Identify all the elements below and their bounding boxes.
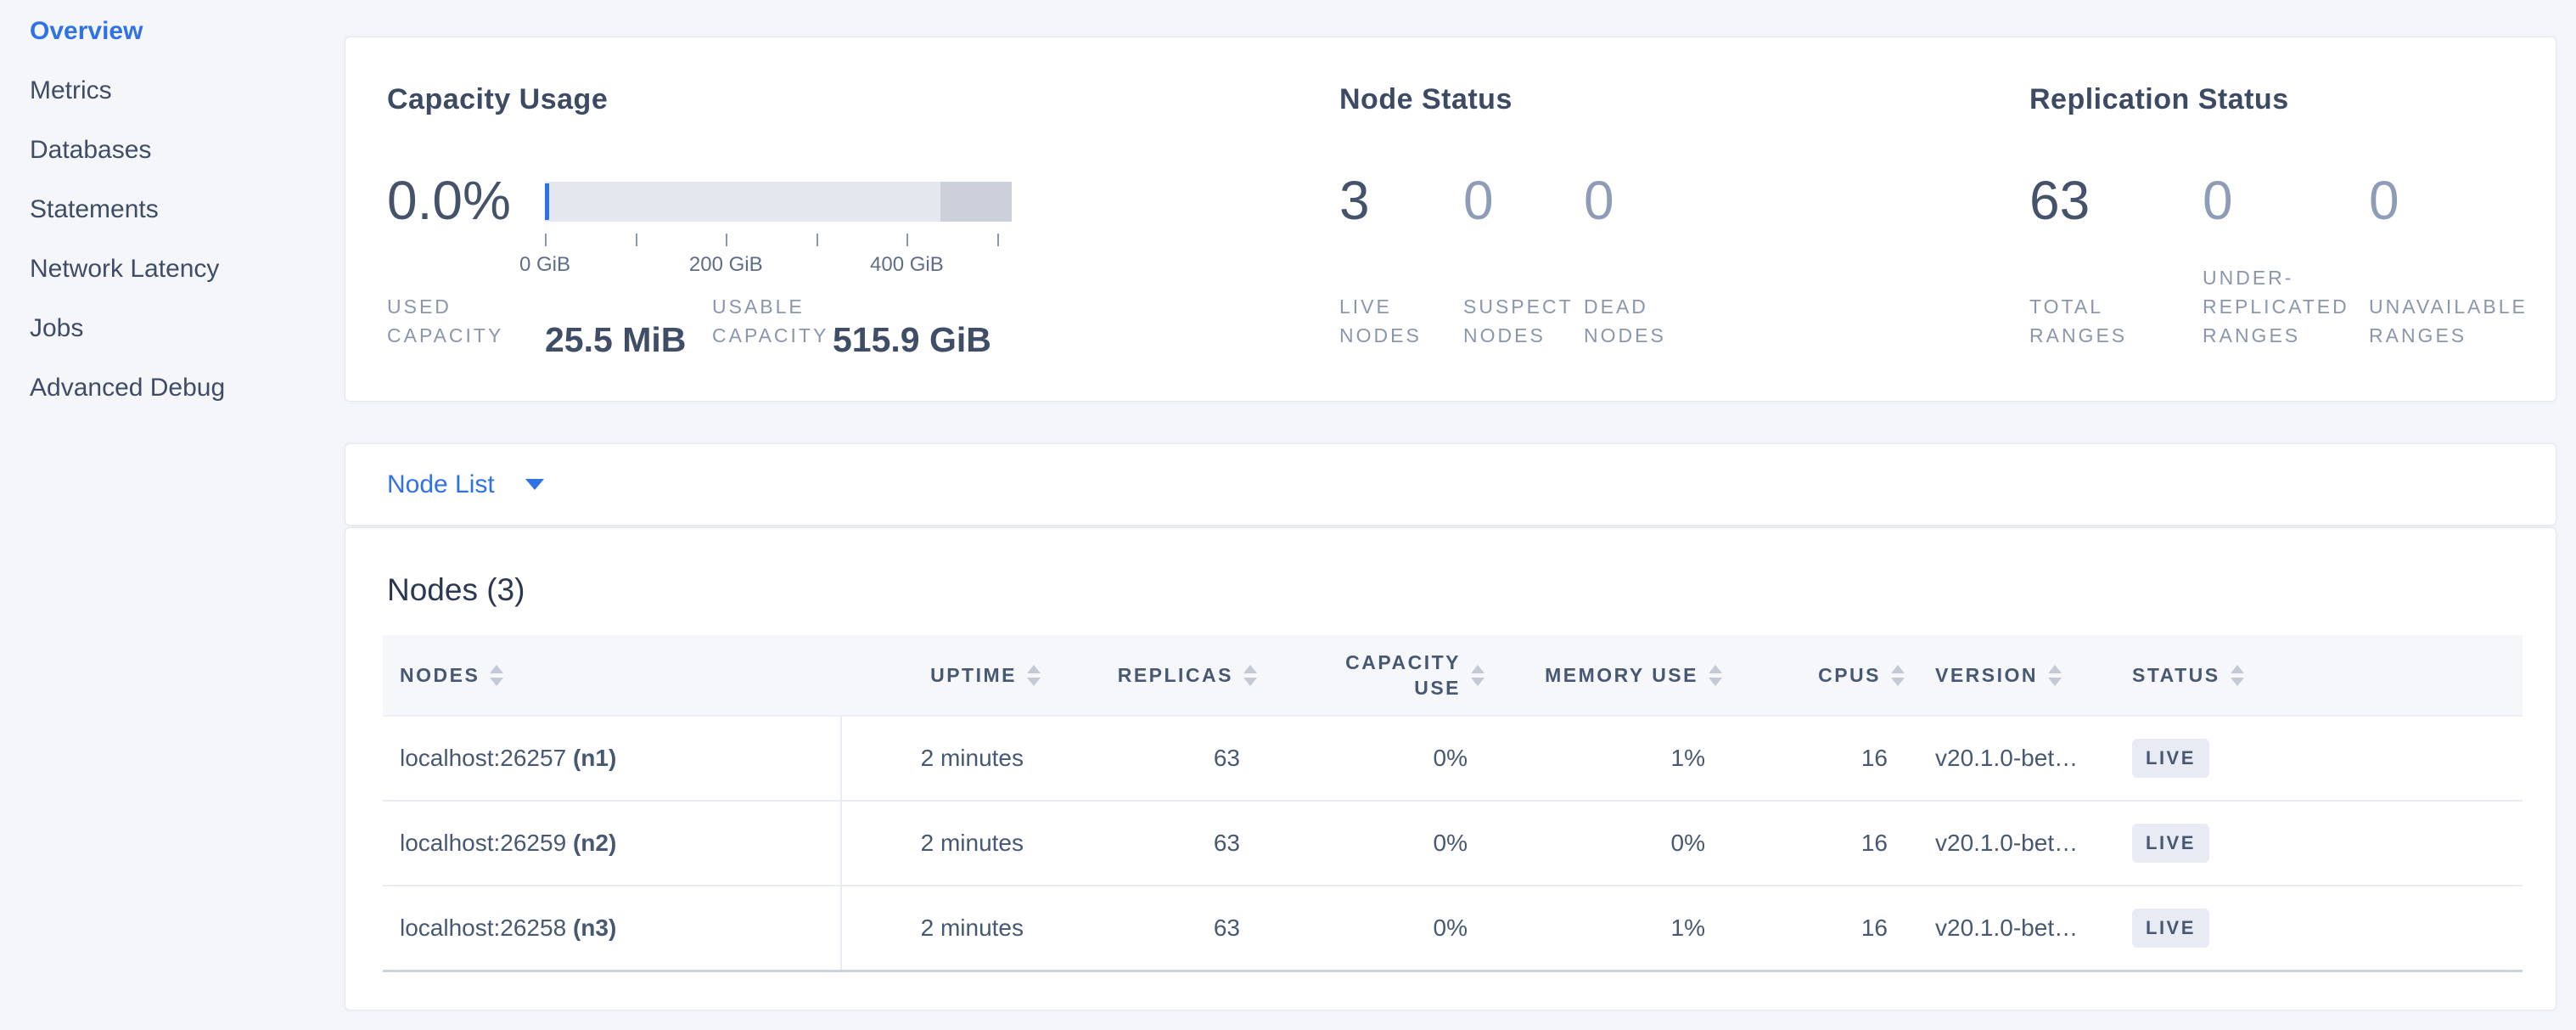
column-header-status[interactable]: STATUS [2119, 635, 2523, 716]
node-uptime: 2 minutes [841, 716, 1058, 801]
used-capacity-label: USED CAPACITY [387, 292, 503, 350]
axis-label-200gib: 200 GiB [689, 253, 763, 277]
node-status-title: Node Status [1339, 83, 1512, 116]
node-replicas: 63 [1058, 801, 1274, 886]
node-list-dropdown[interactable]: Node List [345, 443, 2556, 526]
status-badge: LIVE [2132, 739, 2209, 778]
node-address[interactable]: localhost:26258 (n3) [383, 886, 841, 971]
node-cpus: 16 [1739, 886, 1922, 971]
live-nodes-label: LIVE NODES [1339, 292, 1422, 350]
under-replicated-ranges-label: UNDER- REPLICATED RANGES [2203, 263, 2349, 350]
node-memory-use: 1% [1501, 716, 1739, 801]
node-status: LIVE [2119, 716, 2523, 801]
sort-icon [1243, 665, 1257, 686]
sort-icon [2231, 665, 2244, 686]
sidebar-item-advanced-debug[interactable]: Advanced Debug [0, 358, 345, 418]
node-cpus: 16 [1739, 716, 1922, 801]
sort-icon [1891, 665, 1905, 686]
usable-capacity-label: USABLE CAPACITY [712, 292, 828, 350]
sort-icon [1709, 665, 1722, 686]
node-version: v20.1.0-bet… [1922, 886, 2119, 971]
node-uptime: 2 minutes [841, 801, 1058, 886]
sidebar-item-overview[interactable]: Overview [0, 2, 345, 61]
sidebar-item-network-latency[interactable]: Network Latency [0, 239, 345, 299]
cluster-summary-card: Capacity Usage 0.0% 0 GiB 200 GiB 400 Gi… [345, 37, 2556, 402]
axis-label-400gib: 400 GiB [870, 253, 944, 277]
node-version: v20.1.0-bet… [1922, 801, 2119, 886]
sidebar-item-databases[interactable]: Databases [0, 121, 345, 180]
table-row-node-3[interactable]: localhost:26258 (n3) 2 minutes 63 0% 1% … [383, 886, 2523, 971]
sidebar-item-metrics[interactable]: Metrics [0, 61, 345, 121]
column-header-nodes[interactable]: NODES [383, 635, 841, 716]
suspect-nodes-count: 0 [1463, 172, 1494, 230]
node-capacity-use: 0% [1274, 716, 1501, 801]
capacity-used-percent: 0.0% [387, 172, 511, 230]
nodes-table: NODES UPTIME REPLICAS CAPACITY USE [383, 635, 2523, 972]
column-header-capacity-use[interactable]: CAPACITY USE [1274, 635, 1501, 716]
capacity-bar-used-marker [545, 183, 549, 220]
total-ranges-count: 63 [2029, 172, 2090, 230]
node-status: LIVE [2119, 886, 2523, 971]
column-header-version[interactable]: VERSION [1922, 635, 2119, 716]
suspect-nodes-label: SUSPECT NODES [1463, 292, 1574, 350]
capacity-bar [545, 182, 1012, 222]
status-badge: LIVE [2132, 824, 2209, 863]
sort-icon [490, 665, 503, 686]
column-header-replicas[interactable]: REPLICAS [1058, 635, 1274, 716]
node-replicas: 63 [1058, 716, 1274, 801]
node-status: LIVE [2119, 801, 2523, 886]
column-header-uptime[interactable]: UPTIME [841, 635, 1058, 716]
under-replicated-ranges-count: 0 [2203, 172, 2233, 230]
chevron-down-icon [525, 479, 544, 490]
node-capacity-use: 0% [1274, 801, 1501, 886]
node-address[interactable]: localhost:26257 (n1) [383, 716, 841, 801]
node-capacity-use: 0% [1274, 886, 1501, 971]
sort-icon [1027, 665, 1041, 686]
capacity-usage-section: Capacity Usage 0.0% 0 GiB 200 GiB 400 Gi… [387, 37, 1339, 401]
dead-nodes-count: 0 [1584, 172, 1614, 230]
total-ranges-label: TOTAL RANGES [2029, 292, 2127, 350]
status-badge: LIVE [2132, 909, 2209, 948]
main-content: Capacity Usage 0.0% 0 GiB 200 GiB 400 Gi… [345, 0, 2556, 1010]
sidebar-item-statements[interactable]: Statements [0, 180, 345, 239]
live-nodes-count: 3 [1339, 172, 1370, 230]
node-address[interactable]: localhost:26259 (n2) [383, 801, 841, 886]
unavailable-ranges-count: 0 [2369, 172, 2399, 230]
node-replicas: 63 [1058, 886, 1274, 971]
axis-label-0gib: 0 GiB [519, 253, 570, 277]
node-list-dropdown-label[interactable]: Node List [387, 470, 495, 499]
replication-status-section: Replication Status 63 TOTAL RANGES 0 UND… [2029, 37, 2522, 401]
table-row-node-2[interactable]: localhost:26259 (n2) 2 minutes 63 0% 0% … [383, 801, 2523, 886]
capacity-axis-labels: 0 GiB 200 GiB 400 GiB [545, 253, 1012, 279]
sidebar: Overview Metrics Databases Statements Ne… [0, 0, 345, 1030]
capacity-axis-ticks [545, 234, 1012, 246]
unavailable-ranges-label: UNAVAILABLE RANGES [2369, 292, 2528, 350]
node-memory-use: 1% [1501, 886, 1739, 971]
table-header-row: NODES UPTIME REPLICAS CAPACITY USE [383, 635, 2523, 716]
capacity-bar-chart: 0 GiB 200 GiB 400 GiB [545, 182, 1012, 279]
node-cpus: 16 [1739, 801, 1922, 886]
column-header-memory-use[interactable]: MEMORY USE [1501, 635, 1739, 716]
node-uptime: 2 minutes [841, 886, 1058, 971]
node-memory-use: 0% [1501, 801, 1739, 886]
column-header-cpus[interactable]: CPUS [1739, 635, 1922, 716]
capacity-bar-secondary-segment [940, 182, 1012, 222]
nodes-table-card: Nodes (3) NODES UPTIME REPLIC [345, 527, 2556, 1010]
node-status-section: Node Status 3 LIVE NODES 0 SUSPECT NODES… [1339, 37, 2029, 401]
dead-nodes-label: DEAD NODES [1584, 292, 1666, 350]
used-capacity-value: 25.5 MiB [545, 320, 686, 360]
nodes-section-title: Nodes (3) [387, 572, 2556, 608]
replication-status-title: Replication Status [2029, 83, 2289, 116]
table-row-node-1[interactable]: localhost:26257 (n1) 2 minutes 63 0% 1% … [383, 716, 2523, 801]
sort-icon [1471, 665, 1484, 686]
usable-capacity-value: 515.9 GiB [833, 320, 991, 360]
sidebar-item-jobs[interactable]: Jobs [0, 299, 345, 358]
node-version: v20.1.0-bet… [1922, 716, 2119, 801]
capacity-usage-title: Capacity Usage [387, 83, 608, 116]
sort-icon [2048, 665, 2062, 686]
